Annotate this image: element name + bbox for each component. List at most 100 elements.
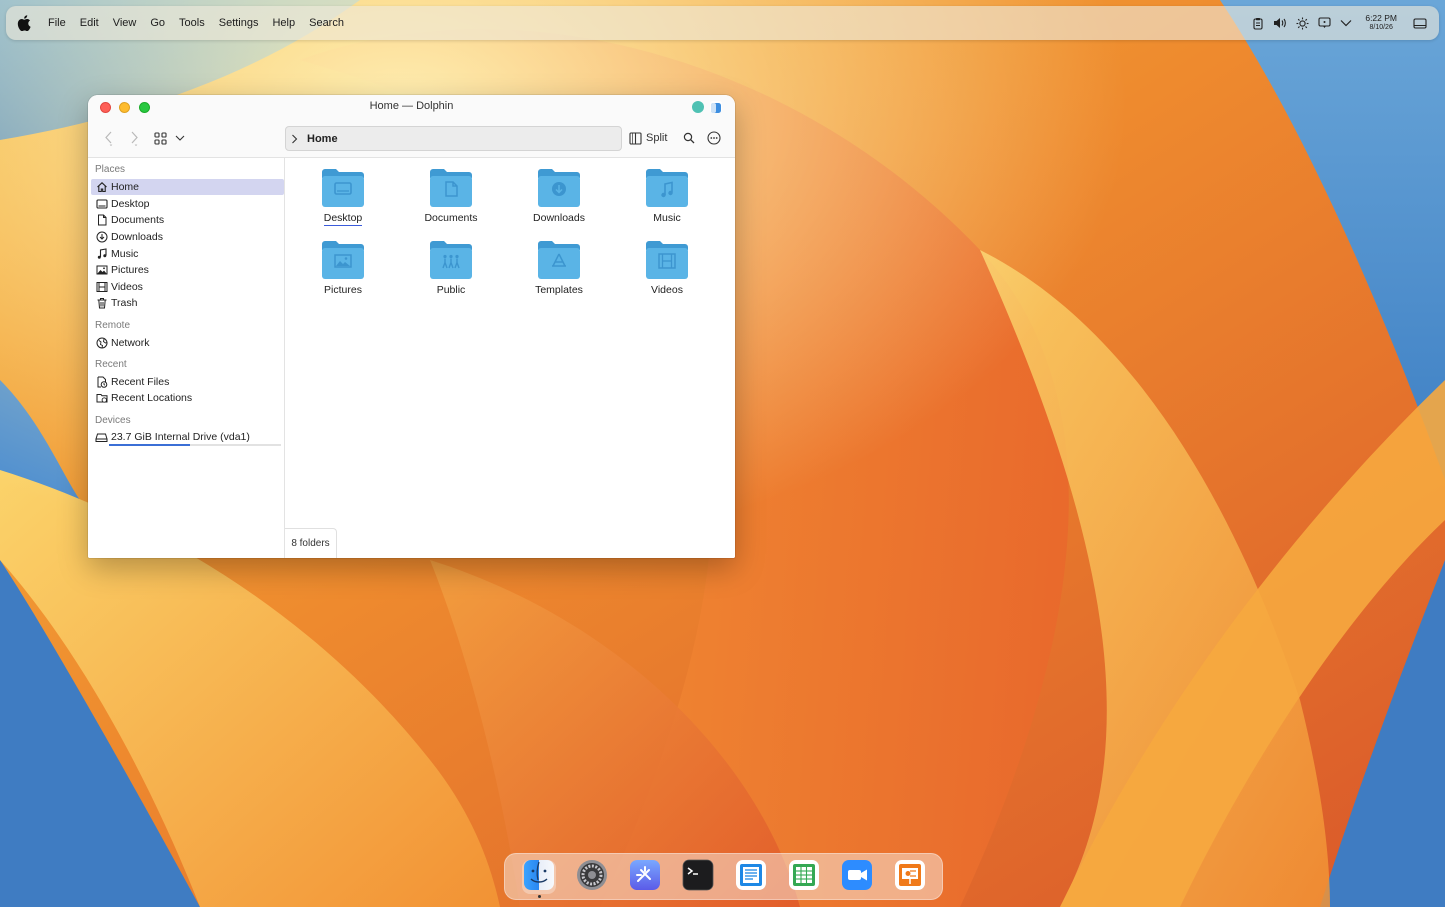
pages-document-icon [735, 859, 767, 896]
location-breadcrumb[interactable]: Home [285, 126, 622, 151]
sidebar-item-label: Music [111, 248, 139, 260]
terminal-icon [682, 859, 714, 896]
menu-view[interactable]: View [106, 6, 144, 40]
sidebar-item-music[interactable]: Music [91, 246, 284, 262]
desktop-icon [95, 198, 108, 211]
brightness-icon[interactable] [1295, 16, 1309, 30]
breadcrumb-chevron-icon[interactable] [291, 134, 305, 144]
folder-documents-icon [429, 168, 473, 208]
sidebar-item-desktop[interactable]: Desktop [91, 196, 284, 212]
title-bar[interactable]: Home — Dolphin [88, 95, 735, 119]
folder-downloads-icon [537, 168, 581, 208]
sidebar-item-label: Desktop [111, 198, 150, 210]
sidebar-item-videos[interactable]: Videos [91, 279, 284, 295]
dock-pages[interactable] [734, 859, 768, 896]
music-icon [95, 248, 108, 261]
folder-desktop[interactable]: Desktop [293, 168, 393, 238]
places-sidebar: Places Home Desktop Documents Downloads … [88, 158, 285, 558]
dock-terminal[interactable] [681, 859, 715, 896]
breadcrumb-home[interactable]: Home [307, 133, 338, 145]
menu-tools[interactable]: Tools [172, 6, 212, 40]
folder-videos[interactable]: Videos [617, 240, 717, 310]
dock-numbers[interactable] [787, 859, 821, 894]
window-title: Home — Dolphin [369, 100, 454, 112]
folder-label: Templates [535, 284, 583, 296]
split-view-label: Split [646, 132, 668, 144]
clock[interactable]: 6:22 PM 8/10/26 [1365, 14, 1397, 32]
folder-music-icon [645, 168, 689, 208]
keep-above-icon[interactable] [692, 101, 704, 113]
section-title-devices: Devices [95, 415, 131, 426]
folder-desktop-icon [321, 168, 365, 208]
folder-documents[interactable]: Documents [401, 168, 501, 238]
folder-music[interactable]: Music [617, 168, 717, 238]
icons-view-icon[interactable] [152, 131, 168, 145]
presentation-icon [894, 859, 926, 896]
menu-file[interactable]: File [41, 6, 73, 40]
folder-public[interactable]: Public [401, 240, 501, 310]
clock-time: 6:22 PM [1365, 13, 1397, 23]
sidebar-item-label: Home [111, 181, 140, 193]
download-icon [95, 231, 108, 244]
finder-running-indicator [538, 895, 541, 898]
notifications-icon[interactable] [1317, 16, 1331, 30]
network-icon [95, 337, 108, 350]
dock-keynote[interactable] [893, 859, 927, 896]
sidebar-item-documents[interactable]: Documents [91, 212, 284, 228]
sidebar-item-downloads[interactable]: Downloads [91, 229, 284, 245]
recent-locations-icon [95, 392, 108, 405]
search-icon[interactable] [682, 130, 696, 146]
finder-icon [523, 859, 555, 896]
dock-finder[interactable] [522, 859, 556, 896]
picture-icon [95, 264, 108, 277]
show-desktop-icon[interactable] [1413, 16, 1427, 30]
folder-label: Videos [651, 284, 683, 296]
file-manager-window: Home — Dolphin Home Split Places Home De… [88, 95, 735, 558]
app-menu-icon[interactable] [710, 101, 722, 113]
dock-zoom[interactable] [840, 859, 874, 894]
clipboard-icon[interactable] [1251, 16, 1265, 30]
sidebar-item-recent-files[interactable]: Recent Files [91, 374, 284, 390]
menu-settings[interactable]: Settings [212, 6, 266, 40]
drive-usage-fill [109, 444, 190, 446]
sidebar-item-label: Pictures [111, 264, 149, 276]
sidebar-item-network[interactable]: Network [91, 335, 284, 351]
toolbar: Home Split [88, 119, 735, 158]
menu-go[interactable]: Go [143, 6, 172, 40]
dock-system-settings[interactable] [575, 859, 609, 896]
sidebar-item-pictures[interactable]: Pictures [91, 262, 284, 278]
folder-pictures[interactable]: Pictures [293, 240, 393, 310]
menu-search[interactable]: Search [302, 6, 351, 40]
view-mode-chevron-icon[interactable] [174, 132, 186, 144]
folder-label: Downloads [533, 212, 585, 224]
folder-templates[interactable]: Templates [509, 240, 609, 310]
settings-gear-icon [576, 859, 608, 896]
hammer-app-icon [629, 859, 661, 896]
split-view-button[interactable]: Split [629, 128, 667, 148]
forward-arrow-icon[interactable] [127, 129, 141, 147]
trash-icon [95, 297, 108, 310]
folder-view[interactable]: Desktop Documents Downloads Music Pictur… [285, 158, 735, 558]
sidebar-item-trash[interactable]: Trash [91, 295, 284, 311]
folder-videos-icon [645, 240, 689, 280]
sidebar-item-label: Recent Locations [111, 392, 193, 404]
back-arrow-icon[interactable] [102, 129, 116, 147]
menu-help[interactable]: Help [265, 6, 302, 40]
chevron-down-icon[interactable] [1339, 16, 1353, 30]
sidebar-item-internal-drive[interactable]: 23.7 GiB Internal Drive (vda1) [91, 429, 284, 445]
dock-app-tool[interactable] [628, 859, 662, 896]
sidebar-item-recent-locations[interactable]: Recent Locations [91, 390, 284, 406]
folder-label: Public [436, 284, 466, 296]
volume-icon[interactable] [1273, 16, 1287, 30]
clock-date: 8/10/26 [1369, 24, 1393, 31]
drive-icon [95, 431, 108, 444]
sidebar-item-label: Videos [111, 281, 143, 293]
sidebar-item-label: Recent Files [111, 376, 170, 388]
more-options-icon[interactable] [706, 130, 722, 146]
recent-files-icon [95, 376, 108, 389]
system-tray: 6:22 PM 8/10/26 [1251, 14, 1439, 32]
apple-logo-icon[interactable] [15, 14, 33, 32]
sidebar-item-home[interactable]: Home [91, 179, 284, 195]
menu-edit[interactable]: Edit [73, 6, 106, 40]
folder-downloads[interactable]: Downloads [509, 168, 609, 238]
